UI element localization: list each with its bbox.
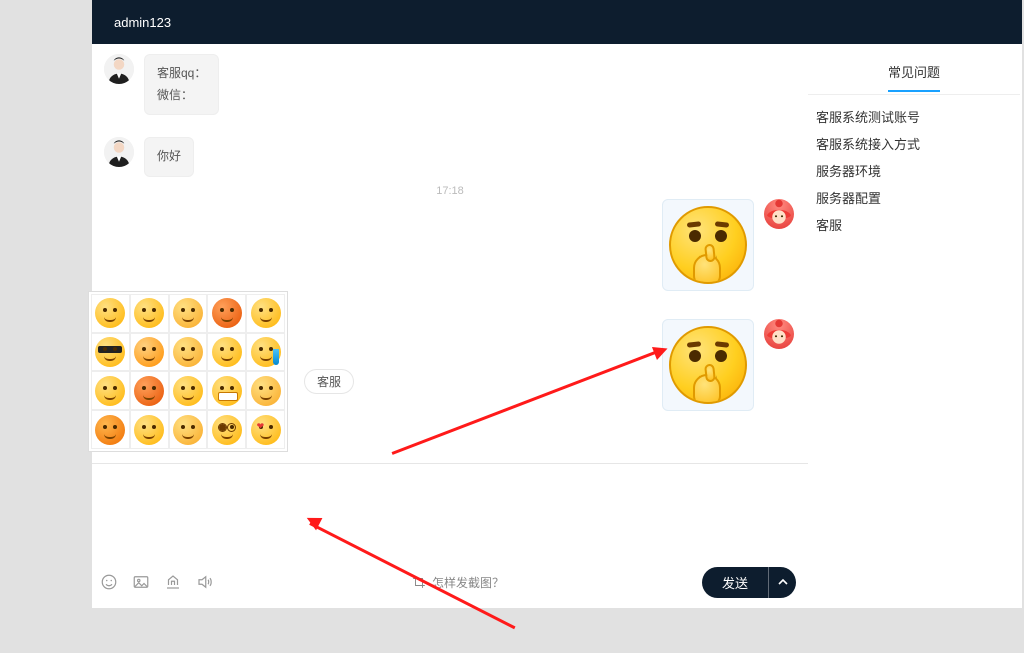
- emoji-option[interactable]: [246, 371, 285, 410]
- user-avatar: [764, 199, 794, 229]
- emoji-picker[interactable]: [88, 291, 288, 452]
- send-button[interactable]: 发送: [702, 567, 768, 598]
- sound-icon[interactable]: [196, 573, 214, 591]
- chat-app-window: admin123: [92, 0, 1022, 608]
- header-title: admin123: [114, 15, 171, 30]
- emoji-option[interactable]: [130, 371, 169, 410]
- user-avatar: [764, 319, 794, 349]
- message-text: 你好: [157, 146, 181, 168]
- emoji-option[interactable]: [130, 294, 169, 333]
- message-text: 客服qq：: [157, 63, 206, 85]
- emoji-option[interactable]: [246, 333, 285, 372]
- emoji-option[interactable]: [91, 410, 130, 449]
- emoji-option[interactable]: [91, 294, 130, 333]
- thinking-emoji-icon: [669, 326, 747, 404]
- composer-toolbar: [100, 573, 214, 591]
- composer-textarea[interactable]: [92, 464, 808, 564]
- emoji-option[interactable]: [91, 371, 130, 410]
- agent-avatar: [104, 137, 134, 167]
- faq-list: 客服系统测试账号客服系统接入方式服务器环境服务器配置客服: [808, 95, 1020, 246]
- message-text: 微信：: [157, 85, 206, 107]
- emoji-option[interactable]: [207, 333, 246, 372]
- emoji-option[interactable]: [130, 333, 169, 372]
- send-button-group: 发送: [702, 567, 796, 598]
- agent-message: 客服qq： 微信：: [104, 54, 796, 115]
- faq-tab[interactable]: 常见问题: [808, 54, 1020, 95]
- composer-hint[interactable]: 怎样发截图？: [214, 574, 702, 591]
- send-options-button[interactable]: [768, 567, 796, 598]
- message-bubble: 客服qq： 微信：: [144, 54, 219, 115]
- faq-item[interactable]: 客服系统测试账号: [816, 103, 1012, 130]
- emoji-option[interactable]: [169, 333, 208, 372]
- emoji-option[interactable]: [207, 410, 246, 449]
- file-upload-icon[interactable]: [164, 573, 182, 591]
- message-bubble-image: [662, 199, 754, 291]
- time-separator: 17:18: [104, 185, 796, 197]
- faq-item[interactable]: 客服: [816, 211, 1012, 238]
- app-header: admin123: [92, 0, 1022, 44]
- faq-sidebar: 常见问题 客服系统测试账号客服系统接入方式服务器环境服务器配置客服: [808, 44, 1020, 608]
- emoji-option[interactable]: [246, 410, 285, 449]
- emoji-option[interactable]: [246, 294, 285, 333]
- emoji-icon[interactable]: [100, 573, 118, 591]
- faq-item[interactable]: 服务器配置: [816, 184, 1012, 211]
- agent-message: 你好: [104, 137, 796, 177]
- composer: 怎样发截图？ 发送: [92, 463, 808, 608]
- chat-column: 客服qq： 微信：: [92, 44, 808, 608]
- emoji-option[interactable]: [169, 410, 208, 449]
- emoji-option[interactable]: [91, 333, 130, 372]
- emoji-option[interactable]: [207, 371, 246, 410]
- user-message: [104, 199, 796, 291]
- agent-role-label: 客服: [304, 369, 354, 394]
- emoji-option[interactable]: [169, 294, 208, 333]
- faq-item[interactable]: 服务器环境: [816, 157, 1012, 184]
- agent-avatar: [104, 54, 134, 84]
- emoji-option[interactable]: [130, 410, 169, 449]
- message-bubble: 你好: [144, 137, 194, 177]
- image-icon[interactable]: [132, 573, 150, 591]
- faq-item[interactable]: 客服系统接入方式: [816, 130, 1012, 157]
- thinking-emoji-icon: [669, 206, 747, 284]
- emoji-option[interactable]: [207, 294, 246, 333]
- emoji-option[interactable]: [169, 371, 208, 410]
- message-bubble-image: [662, 319, 754, 411]
- chevron-up-icon: [778, 577, 788, 587]
